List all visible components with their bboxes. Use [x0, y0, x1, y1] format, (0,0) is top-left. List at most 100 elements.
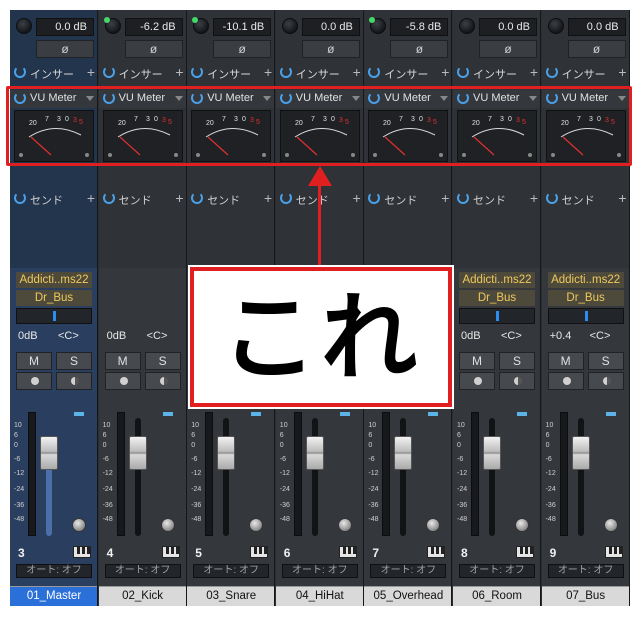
send-power-icon[interactable] [457, 192, 469, 204]
send-power-icon[interactable] [102, 192, 115, 204]
instrument-keyboard-icon[interactable] [338, 546, 357, 558]
input-gain-knob[interactable] [547, 18, 564, 34]
output-bus-name[interactable]: Dr_Bus [16, 290, 92, 306]
send-add-icon[interactable]: + [264, 190, 272, 206]
instrument-keyboard-icon[interactable] [73, 546, 91, 558]
automation-mode[interactable]: オート: オフ [459, 564, 535, 578]
solo-button[interactable]: S [144, 352, 181, 370]
dropdown-arrow-icon[interactable] [174, 96, 183, 101]
record-arm-button[interactable] [16, 372, 52, 390]
volume-fader-handle[interactable] [305, 436, 324, 470]
channel-name[interactable]: 01_Master [10, 586, 97, 606]
phase-invert-button[interactable]: ø [390, 40, 449, 58]
send-power-icon[interactable] [14, 192, 26, 204]
solo-button[interactable]: S [499, 352, 535, 370]
insert-power-icon[interactable] [14, 66, 26, 78]
record-arm-button[interactable] [104, 372, 141, 390]
channel-name[interactable]: 05_Overhead [364, 586, 452, 606]
pan-knob[interactable] [515, 518, 529, 532]
volume-fader-handle[interactable] [217, 436, 236, 470]
vu-meter-plugin-header[interactable]: VU Meter [541, 90, 629, 108]
insert-power-icon[interactable] [457, 66, 469, 78]
input-gain-value[interactable]: -10.1 dB [213, 18, 272, 36]
pan-knob[interactable] [72, 518, 86, 532]
instrument-keyboard-icon[interactable] [427, 546, 446, 558]
automation-mode[interactable]: オート: オフ [281, 564, 358, 578]
vu-meter-plugin-header[interactable]: VU Meter [98, 90, 186, 108]
input-gain-value[interactable]: -5.8 dB [390, 18, 449, 36]
insert-add-icon[interactable]: + [530, 64, 538, 80]
input-gain-value[interactable]: 0.0 dB [567, 18, 626, 36]
dropdown-arrow-icon[interactable] [529, 96, 537, 101]
instrument-plugin-name[interactable]: Addicti..ms22 [547, 272, 624, 288]
mute-button[interactable]: M [16, 352, 52, 370]
instrument-keyboard-icon[interactable] [604, 546, 623, 558]
phase-invert-button[interactable]: ø [213, 40, 272, 58]
mute-button[interactable]: M [459, 352, 495, 370]
input-gain-knob[interactable] [103, 17, 121, 34]
instrument-keyboard-icon[interactable] [250, 546, 269, 558]
instrument-plugin-name[interactable]: Addicti..ms22 [16, 272, 92, 288]
automation-mode[interactable]: オート: オフ [193, 564, 270, 578]
channel-name[interactable]: 04_HiHat [275, 586, 363, 606]
channel-name[interactable]: 02_Kick [98, 586, 186, 606]
insert-power-icon[interactable] [368, 66, 381, 78]
monitor-button[interactable] [587, 372, 624, 390]
dropdown-arrow-icon[interactable] [351, 96, 360, 101]
send-power-icon[interactable] [279, 192, 292, 204]
vu-meter-plugin-header[interactable]: VU Meter [364, 90, 452, 108]
volume-fader-handle[interactable] [128, 436, 147, 470]
dropdown-arrow-icon[interactable] [440, 96, 449, 101]
volume-fader-handle[interactable] [40, 436, 58, 470]
volume-fader-handle[interactable] [571, 436, 590, 470]
automation-mode[interactable]: オート: オフ [104, 564, 181, 578]
vu-power-icon[interactable] [545, 92, 558, 104]
input-gain-knob[interactable] [16, 18, 32, 34]
send-power-icon[interactable] [545, 192, 558, 204]
channel-name[interactable]: 06_Room [453, 586, 540, 606]
phase-invert-button[interactable]: ø [567, 40, 626, 58]
vu-power-icon[interactable] [279, 92, 292, 104]
input-gain-knob[interactable] [281, 18, 298, 34]
send-power-icon[interactable] [368, 192, 381, 204]
monitor-button[interactable] [499, 372, 535, 390]
phase-invert-button[interactable]: ø [301, 40, 360, 58]
automation-mode[interactable]: オート: オフ [16, 564, 92, 578]
insert-power-icon[interactable] [545, 66, 558, 78]
send-add-icon[interactable]: + [441, 190, 449, 206]
input-gain-knob[interactable] [192, 17, 210, 34]
input-gain-knob[interactable] [369, 17, 387, 34]
volume-fader-handle[interactable] [394, 436, 413, 470]
send-add-icon[interactable]: + [618, 190, 626, 206]
input-gain-value[interactable]: 0.0 dB [301, 18, 360, 36]
pan-knob[interactable] [603, 518, 618, 532]
insert-add-icon[interactable]: + [175, 64, 183, 80]
send-add-icon[interactable]: + [175, 190, 183, 206]
channel-name[interactable]: 07_Bus [541, 586, 629, 606]
dropdown-arrow-icon[interactable] [263, 96, 272, 101]
vu-meter-plugin-header[interactable]: VU Meter [275, 90, 363, 108]
record-arm-button[interactable] [547, 372, 584, 390]
automation-mode[interactable]: オート: オフ [547, 564, 624, 578]
insert-power-icon[interactable] [191, 66, 204, 78]
insert-add-icon[interactable]: + [441, 64, 449, 80]
vu-power-icon[interactable] [191, 92, 204, 104]
insert-power-icon[interactable] [102, 66, 115, 78]
send-add-icon[interactable]: + [530, 190, 538, 206]
output-bus-name[interactable]: Dr_Bus [459, 290, 535, 306]
monitor-button[interactable] [56, 372, 92, 390]
phase-invert-button[interactable]: ø [479, 40, 537, 58]
monitor-button[interactable] [144, 372, 181, 390]
insert-add-icon[interactable]: + [353, 64, 361, 80]
output-bus-name[interactable]: Dr_Bus [547, 290, 624, 306]
vu-power-icon[interactable] [102, 92, 115, 104]
insert-add-icon[interactable]: + [264, 64, 272, 80]
input-gain-value[interactable]: 0.0 dB [36, 18, 94, 36]
vu-meter-plugin-header[interactable]: VU Meter [187, 90, 275, 108]
phase-invert-button[interactable]: ø [36, 40, 94, 58]
channel-name[interactable]: 03_Snare [187, 586, 275, 606]
send-add-icon[interactable]: + [87, 190, 95, 206]
mute-button[interactable]: M [104, 352, 141, 370]
instrument-plugin-name[interactable]: Addicti..ms22 [459, 272, 535, 288]
insert-power-icon[interactable] [279, 66, 292, 78]
